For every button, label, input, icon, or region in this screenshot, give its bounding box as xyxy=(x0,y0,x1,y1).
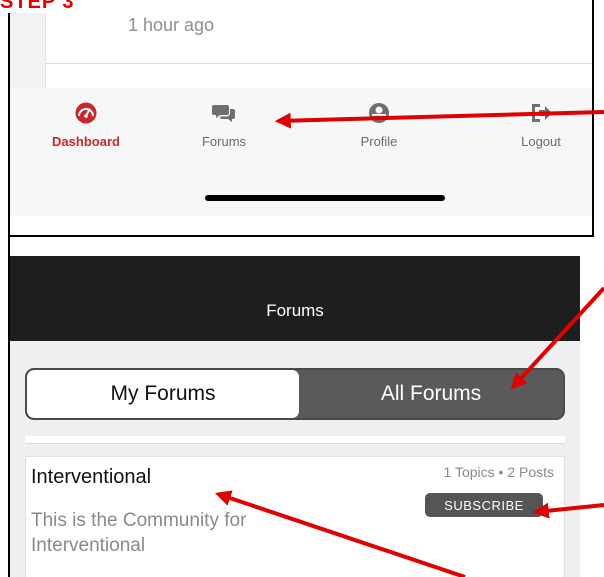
tabbar-screenshot: 1 hour ago Dashboard Forums Profile Logo… xyxy=(10,13,592,216)
tab-dashboard-label: Dashboard xyxy=(52,134,120,149)
segment-all-forums[interactable]: All Forums xyxy=(299,370,563,418)
bottom-tab-bar: Dashboard Forums Profile Logout xyxy=(10,88,592,216)
logout-icon xyxy=(532,104,552,122)
navigation-bar: Forums xyxy=(10,256,580,341)
page-title: Forums xyxy=(266,301,324,320)
forum-stats: 1 Topics • 2 Posts xyxy=(443,464,554,480)
dashboard-gauge-icon xyxy=(75,102,97,124)
tab-logout[interactable]: Logout xyxy=(486,102,592,149)
post-timestamp: 1 hour ago xyxy=(128,15,215,35)
tab-forums-label: Forums xyxy=(201,134,247,149)
person-icon xyxy=(369,103,389,123)
home-indicator xyxy=(205,195,445,201)
feed-card-next[interactable] xyxy=(45,64,592,88)
list-item-partial xyxy=(25,436,565,444)
tab-dashboard[interactable]: Dashboard xyxy=(31,102,141,149)
tab-forums[interactable]: Forums xyxy=(169,102,279,149)
segment-my-forums[interactable]: My Forums xyxy=(27,370,299,418)
forums-segmented-control: My Forums All Forums xyxy=(25,368,565,420)
tab-logout-label: Logout xyxy=(521,134,561,149)
forum-description: This is the Community for Interventional xyxy=(31,510,247,556)
frame-divider xyxy=(8,235,594,237)
forums-screenshot: Forums My Forums All Forums Intervention… xyxy=(10,256,580,577)
tab-profile[interactable]: Profile xyxy=(324,102,434,149)
forum-name: Interventional xyxy=(31,466,152,488)
frame-right-border xyxy=(592,0,594,236)
subscribe-button[interactable]: SUBSCRIBE xyxy=(425,493,543,517)
step-label: STEP 3 xyxy=(0,0,75,13)
chat-bubbles-icon xyxy=(212,105,235,122)
forum-list-item[interactable]: Interventional This is the Community for… xyxy=(25,456,565,577)
tab-profile-label: Profile xyxy=(360,134,398,149)
